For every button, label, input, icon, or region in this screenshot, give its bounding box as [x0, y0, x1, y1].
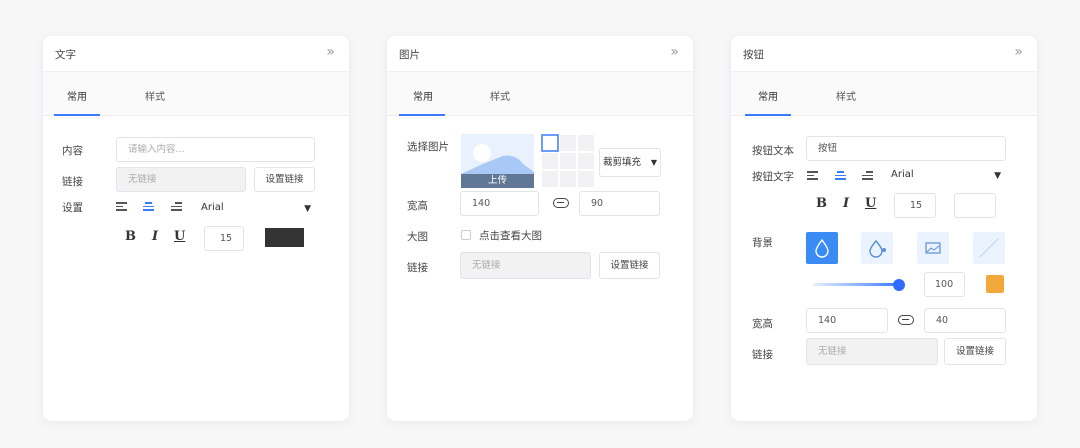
panel-title: 文字 — [55, 49, 76, 61]
link-field: 无链接 — [460, 252, 591, 279]
bg-solid-option[interactable] — [806, 232, 838, 264]
chevron-down-icon: ▼ — [650, 158, 657, 167]
height-input[interactable]: 90 — [579, 191, 660, 216]
link-label: 链接 — [752, 349, 773, 361]
no-fill-icon — [979, 238, 999, 258]
tab-bar: 常用 样式 — [387, 72, 693, 116]
bg-image-option[interactable] — [917, 232, 949, 264]
font-size-input[interactable]: 15 — [204, 226, 244, 251]
panel-header: 图片 » — [387, 36, 693, 72]
underline-button[interactable]: U — [865, 196, 876, 211]
bg-none-option[interactable] — [973, 232, 1005, 264]
fit-mode-value: 裁剪填充 — [603, 157, 642, 168]
text-color-picker[interactable] — [954, 193, 996, 218]
background-color-swatch[interactable] — [986, 275, 1004, 293]
select-image-label: 选择图片 — [407, 141, 449, 153]
tab-common[interactable]: 常用 — [67, 88, 87, 103]
fit-mode-select[interactable]: 裁剪填充 ▼ — [599, 148, 661, 177]
underline-button[interactable]: U — [174, 229, 185, 244]
crop-position-grid[interactable] — [541, 134, 595, 188]
link-ratio-icon[interactable] — [553, 198, 569, 208]
width-input[interactable]: 140 — [806, 308, 888, 333]
link-field: 无链接 — [806, 338, 938, 365]
tab-common[interactable]: 常用 — [413, 88, 433, 103]
font-family-value: Arial — [891, 169, 914, 180]
button-text-input[interactable]: 按钮 — [806, 136, 1006, 161]
chevron-down-icon: ▼ — [304, 204, 311, 214]
panel-title: 按钮 — [743, 49, 764, 61]
align-left-icon[interactable] — [807, 171, 818, 180]
view-large-checkbox[interactable] — [461, 230, 471, 240]
font-family-select[interactable]: Arial ▼ — [198, 197, 316, 219]
color-drop-icon — [815, 238, 829, 258]
panel-title: 图片 — [399, 49, 420, 61]
font-size-input[interactable]: 15 — [894, 193, 936, 218]
size-label: 宽高 — [407, 200, 428, 212]
panel-header: 文字 » — [43, 36, 349, 72]
align-right-icon[interactable] — [171, 202, 182, 211]
size-label: 宽高 — [752, 318, 773, 330]
gradient-drop-icon — [869, 239, 886, 258]
tab-bar: 常用 样式 — [43, 72, 349, 116]
height-input[interactable]: 40 — [924, 308, 1006, 333]
grid-icon — [541, 134, 594, 187]
opacity-slider-handle[interactable] — [893, 279, 905, 291]
image-settings-panel: 图片 » 常用 样式 选择图片 上传 裁剪填充 ▼ 宽高 140 90 大图 点… — [387, 36, 693, 421]
content-input[interactable]: 请输入内容... — [116, 137, 315, 162]
align-right-icon[interactable] — [862, 171, 873, 180]
image-icon — [925, 242, 941, 254]
panel-header: 按钮 » — [731, 36, 1037, 72]
background-label: 背景 — [752, 237, 773, 249]
text-settings-panel: 文字 » 常用 样式 内容 请输入内容... 链接 无链接 设置链接 设置 Ar… — [43, 36, 349, 421]
font-family-select[interactable]: Arial ▼ — [888, 164, 1006, 186]
content-label: 内容 — [62, 145, 83, 157]
font-family-value: Arial — [201, 202, 224, 213]
collapse-double-chevron-icon[interactable]: » — [326, 44, 335, 60]
active-tab-indicator — [54, 114, 100, 116]
image-upload-thumbnail[interactable]: 上传 — [461, 134, 534, 188]
tab-bar: 常用 样式 — [731, 72, 1037, 116]
set-link-button[interactable]: 设置链接 — [944, 338, 1006, 365]
link-ratio-icon[interactable] — [898, 315, 914, 325]
bold-button[interactable]: B — [816, 196, 827, 211]
view-large-text: 点击查看大图 — [479, 230, 542, 242]
button-font-label: 按钮文字 — [752, 171, 794, 183]
active-tab-indicator — [399, 114, 445, 116]
collapse-double-chevron-icon[interactable]: » — [1014, 44, 1023, 60]
link-label: 链接 — [62, 176, 83, 188]
collapse-double-chevron-icon[interactable]: » — [670, 44, 679, 60]
button-settings-panel: 按钮 » 常用 样式 按钮文本 按钮 按钮文字 Arial ▼ B I U 15… — [731, 36, 1037, 421]
link-field: 无链接 — [116, 167, 246, 192]
italic-button[interactable]: I — [152, 229, 158, 244]
align-center-icon[interactable] — [835, 171, 846, 180]
tab-style[interactable]: 样式 — [836, 88, 856, 103]
bold-button[interactable]: B — [125, 229, 136, 244]
large-image-label: 大图 — [407, 231, 428, 243]
chevron-down-icon: ▼ — [994, 171, 1001, 181]
tab-style[interactable]: 样式 — [145, 88, 165, 103]
text-color-swatch[interactable] — [265, 228, 304, 247]
tab-common[interactable]: 常用 — [758, 88, 778, 103]
settings-label: 设置 — [62, 202, 83, 214]
align-left-icon[interactable] — [116, 202, 127, 211]
button-text-label: 按钮文本 — [752, 145, 794, 157]
set-link-button[interactable]: 设置链接 — [599, 252, 660, 279]
set-link-button[interactable]: 设置链接 — [254, 167, 315, 192]
opacity-input[interactable]: 100 — [924, 272, 965, 297]
opacity-slider-track[interactable] — [813, 283, 899, 286]
align-center-icon[interactable] — [143, 202, 154, 211]
italic-button[interactable]: I — [843, 196, 849, 211]
link-label: 链接 — [407, 262, 428, 274]
active-tab-indicator — [745, 114, 791, 116]
bg-gradient-option[interactable] — [861, 232, 893, 264]
tab-style[interactable]: 样式 — [490, 88, 510, 103]
width-input[interactable]: 140 — [460, 191, 539, 216]
upload-label[interactable]: 上传 — [461, 174, 534, 188]
